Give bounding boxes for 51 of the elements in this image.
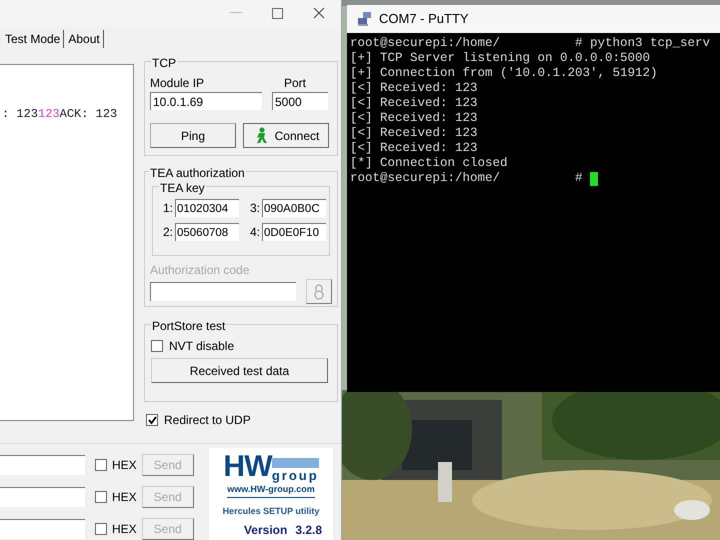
field-label: Port xyxy=(284,75,306,92)
redirect-checkbox[interactable] xyxy=(146,414,158,426)
tea-key-field[interactable]: 090A0B0C xyxy=(262,199,326,217)
checkbox-label: HEX xyxy=(112,457,137,474)
maximize-icon[interactable] xyxy=(272,8,283,18)
field-label: Authorization code xyxy=(150,262,250,279)
ping-button[interactable]: Ping xyxy=(150,123,236,148)
received-text: : 123123ACK: 123 xyxy=(1,106,118,123)
terminal-line: [*] Connection closed xyxy=(350,156,508,171)
window-title: COM7 - PuTTY xyxy=(379,10,469,28)
terminal-line: [<] Received: 123 xyxy=(350,81,478,96)
terminal-line: root@securepi:/home/ # xyxy=(350,171,584,186)
logo-url: www.HW-group.com xyxy=(227,483,315,498)
terminal-line: [+] TCP Server listening on 0.0.0.0:5000 xyxy=(350,51,650,66)
close-icon[interactable] xyxy=(313,7,325,19)
port-field[interactable]: 5000 xyxy=(272,92,328,110)
checkbox-label: NVT disable xyxy=(169,338,234,355)
checkbox-label: Redirect to UDP xyxy=(164,412,251,429)
terminal-line: [<] Received: 123 xyxy=(350,141,478,156)
tab[interactable]: About xyxy=(67,30,104,48)
checkbox-label: HEX xyxy=(112,489,137,506)
key-label: 2: xyxy=(162,224,173,241)
terminal-line: [+] Connection from ('10.0.1.203', 51912) xyxy=(350,66,658,81)
product-name: Hercules SETUP utility xyxy=(222,504,320,518)
computer-icon xyxy=(357,11,373,27)
tea-key-field[interactable]: 01020304 xyxy=(175,199,239,217)
terminal-line: [<] Received: 123 xyxy=(350,126,478,141)
module-ip-field[interactable]: 10.0.1.69 xyxy=(150,92,262,110)
key-label: 1: xyxy=(162,200,173,217)
lock-icon xyxy=(313,284,325,300)
checkbox-label: HEX xyxy=(112,521,137,538)
lock-button[interactable] xyxy=(306,279,332,304)
tea-key-field[interactable]: 0D0E0F10 xyxy=(262,223,326,241)
version-label: Version xyxy=(244,522,288,539)
send-field[interactable] xyxy=(0,455,85,475)
terminal-line: root@securepi:/home/ # python3 tcp_serv xyxy=(350,36,710,51)
version-number: 3.2.8 xyxy=(295,522,322,539)
key-label: 4: xyxy=(248,224,260,241)
received-test-data-button[interactable]: Received test data xyxy=(151,358,328,383)
tea-key-field[interactable]: 05060708 xyxy=(175,223,239,241)
key-label: 3: xyxy=(248,200,260,217)
send-field[interactable] xyxy=(0,519,85,539)
send-field[interactable] xyxy=(0,487,85,507)
logo-text: HW xyxy=(223,452,272,482)
terminal-line: [<] Received: 123 xyxy=(350,111,478,126)
connect-button[interactable]: Connect xyxy=(243,123,329,148)
tab[interactable]: Test Mode xyxy=(4,30,64,48)
field-label: Module IP xyxy=(150,75,204,92)
terminal-line: [<] Received: 123 xyxy=(350,96,478,111)
logo-text: group xyxy=(272,458,319,482)
nvt-checkbox[interactable] xyxy=(151,340,163,352)
